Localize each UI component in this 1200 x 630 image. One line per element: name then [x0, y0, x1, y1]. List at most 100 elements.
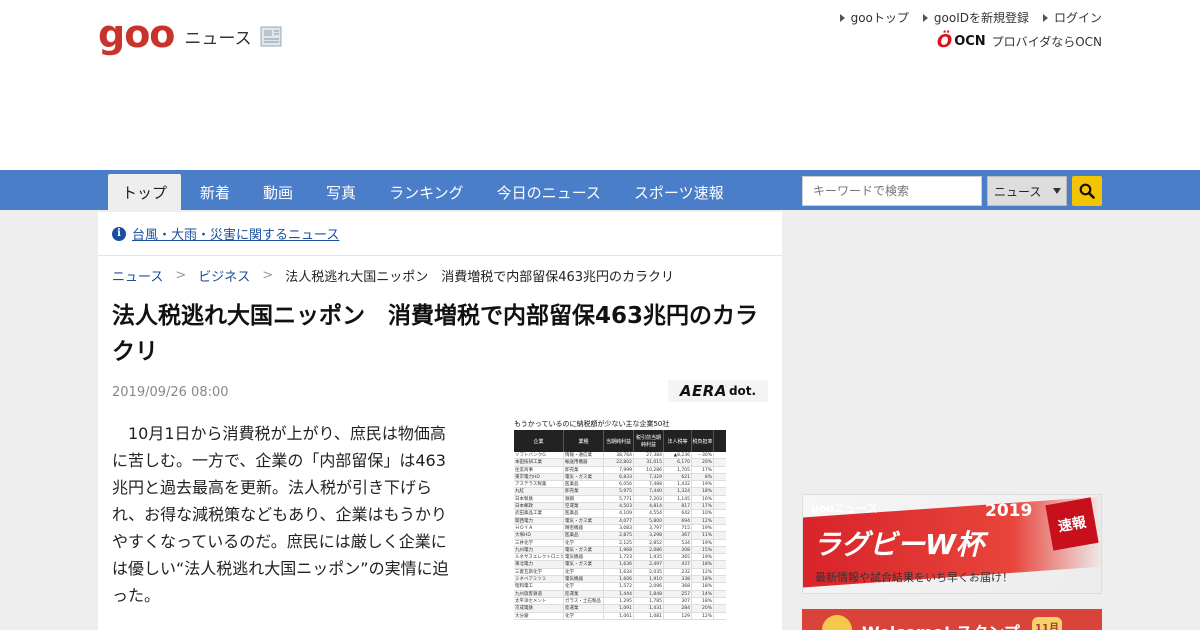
register-link[interactable]: gooIDを新規登録	[922, 9, 1029, 26]
table-cell: 電気機器	[564, 576, 604, 583]
news-section-label: ニュース	[184, 28, 252, 49]
breadcrumb-business[interactable]: ビジネス	[198, 266, 250, 285]
table-cell: 電気・ガス業	[564, 517, 604, 524]
table-cell: ガラス・土石製品	[564, 597, 604, 605]
table-cell: ▲8,236	[664, 452, 692, 459]
table-cell: ソフトバンクG	[514, 452, 564, 459]
table-cell: 6,833	[604, 473, 634, 481]
aera-dot-logo[interactable]: AERA dot.	[668, 380, 768, 402]
stamp-banner-text: Welcome! スタンプ	[862, 619, 1020, 630]
table-cell: アステラス製薬	[514, 481, 564, 488]
table-cell: 電気・ガス業	[564, 546, 604, 554]
tab-today[interactable]: 今日のニュース	[483, 174, 615, 210]
table-cell: 11%	[692, 532, 714, 539]
table-cell: 18%	[692, 583, 714, 590]
table-cell: 7,999	[604, 466, 634, 473]
tab-new[interactable]: 新着	[186, 174, 244, 210]
table-cell: 5,800	[634, 517, 664, 524]
table-cell: 18%	[692, 488, 714, 495]
table-cell: 化学	[564, 612, 604, 619]
ocn-banner[interactable]: Ö OCN プロバイダならOCN	[937, 31, 1102, 52]
table-cell: 3,083	[604, 524, 634, 532]
tab-photo[interactable]: 写真	[312, 174, 370, 210]
banner-badge: gooニュース	[811, 502, 878, 515]
table-cell: 1,081	[634, 612, 664, 619]
table-row: 本田技研工業 輸送用機器 22,802 31,015 6,170 20%	[514, 459, 726, 467]
table-row: ソフトバンクG 情報・通信業 38,764 27,384 ▲8,236 －30%	[514, 452, 726, 460]
table-header-cell: 業種	[564, 430, 604, 452]
ocn-logo: Ö OCN	[937, 31, 986, 52]
month-badge: 11月	[1032, 617, 1062, 630]
tab-video[interactable]: 動画	[249, 174, 307, 210]
goo-top-link[interactable]: gooトップ	[839, 9, 909, 26]
table-cell: 医薬品	[564, 481, 604, 488]
table-cell: 715	[664, 524, 692, 532]
table-cell: 8%	[692, 473, 714, 481]
source-suffix: dot.	[728, 384, 757, 398]
table-cell: 14%	[692, 590, 714, 597]
table-cell: 2,125	[604, 539, 634, 546]
table-row: 九州電力 電気・ガス業 1,968 2,086 308 15%	[514, 546, 726, 555]
table-cell: 15%	[692, 546, 714, 554]
table-cell: 20%	[692, 605, 714, 612]
table-cell: 19%	[692, 524, 714, 532]
article-table-image[interactable]: もうかっているのに納税額が少ない主な企業50社 企業 業種 当期純利益 税引前当期純利…	[514, 418, 726, 630]
table-header-cell: 法人税等	[664, 430, 692, 452]
disaster-news-link[interactable]: 台風・大雨・災害に関するニュース	[132, 224, 339, 243]
table-cell: 東北電力	[514, 561, 564, 568]
search-category-select[interactable]: ニュース	[987, 176, 1067, 206]
table-cell: 12%	[692, 612, 714, 619]
banner-subtitle: 最新情報や試合結果をいち早くお届け！	[815, 571, 1013, 584]
table-cell: 257	[664, 590, 692, 597]
table-cell: 368	[664, 583, 692, 590]
triangle-icon	[922, 13, 928, 22]
table-cell: 電気機器	[564, 554, 604, 561]
search-input[interactable]	[802, 176, 982, 206]
table-cell: 2,096	[634, 583, 664, 590]
table-row: 三菱瓦斯化学 化学 1,634 2,035 232 12%	[514, 568, 726, 577]
table-cell: 丸紅	[514, 488, 564, 495]
table-cell: 3,797	[634, 524, 664, 532]
article-main: i 台風・大雨・災害に関するニュース ニュース > ビジネス > 法人税逃れ大国…	[98, 212, 782, 630]
table-cell: 輸送用機器	[564, 459, 604, 466]
table-caption: もうかっているのに納税額が少ない主な企業50社	[514, 420, 670, 428]
table-cell: 化学	[564, 568, 604, 576]
breadcrumb-news[interactable]: ニュース	[112, 266, 163, 285]
table-cell: 1,061	[604, 612, 634, 619]
search-button[interactable]	[1072, 176, 1102, 206]
table-cell: 東京電力HD	[514, 473, 564, 481]
table-cell: 284	[664, 605, 692, 612]
table-cell: 1,432	[664, 481, 692, 488]
table-cell: 1,935	[634, 554, 664, 561]
table-cell: 10%	[692, 510, 714, 517]
tab-ranking[interactable]: ランキング	[375, 174, 478, 210]
tab-sports[interactable]: スポーツ速報	[620, 174, 738, 210]
breadcrumb: ニュース > ビジネス > 法人税逃れ大国ニッポン 消費増税で内部留保463兆円…	[112, 266, 674, 285]
table-row: 大塚HD 医薬品 2,875 3,298 367 11%	[514, 532, 726, 540]
search-icon	[1079, 183, 1095, 199]
table-cell: 19%	[692, 481, 714, 488]
table-cell: 卸売業	[564, 466, 604, 473]
table-cell: 1,910	[634, 576, 664, 583]
login-link[interactable]: ログイン	[1042, 9, 1102, 26]
table-header-cell: 税引前当期純利益	[634, 430, 664, 452]
goo-news-logo[interactable]: goo ニュース	[98, 14, 284, 54]
table-cell: 6,056	[604, 481, 634, 488]
stamp-campaign-banner[interactable]: Welcome! スタンプ 11月	[802, 609, 1102, 630]
table-cell: 12%	[692, 568, 714, 576]
ocn-mark-icon: Ö	[936, 31, 953, 52]
table-cell: 621	[664, 473, 692, 481]
table-row: 京成電鉄 陸運業 1,091 1,431 284 20%	[514, 605, 726, 613]
rugby-world-cup-banner[interactable]: gooニュース 2019 ラグビーW杯 最新情報や試合結果をいち早くお届け！ 速…	[802, 494, 1102, 594]
table-cell: 7,329	[634, 473, 664, 481]
table-cell: 九州旅客鉄道	[514, 590, 564, 597]
table-cell: 医薬品	[564, 510, 604, 517]
table-cell: 九州電力	[514, 546, 564, 554]
table-cell: 19%	[692, 539, 714, 546]
tab-top[interactable]: トップ	[108, 174, 182, 210]
table-cell: 367	[664, 532, 692, 539]
table-row: ルネサスエレクトロニクス 電気機器 1,723 1,935 365 19%	[514, 554, 726, 562]
table-row: 大分銀 化学 1,061 1,081 129 12%	[514, 612, 726, 620]
table-cell: 3,298	[634, 532, 664, 539]
table-cell: 電気・ガス業	[564, 473, 604, 481]
